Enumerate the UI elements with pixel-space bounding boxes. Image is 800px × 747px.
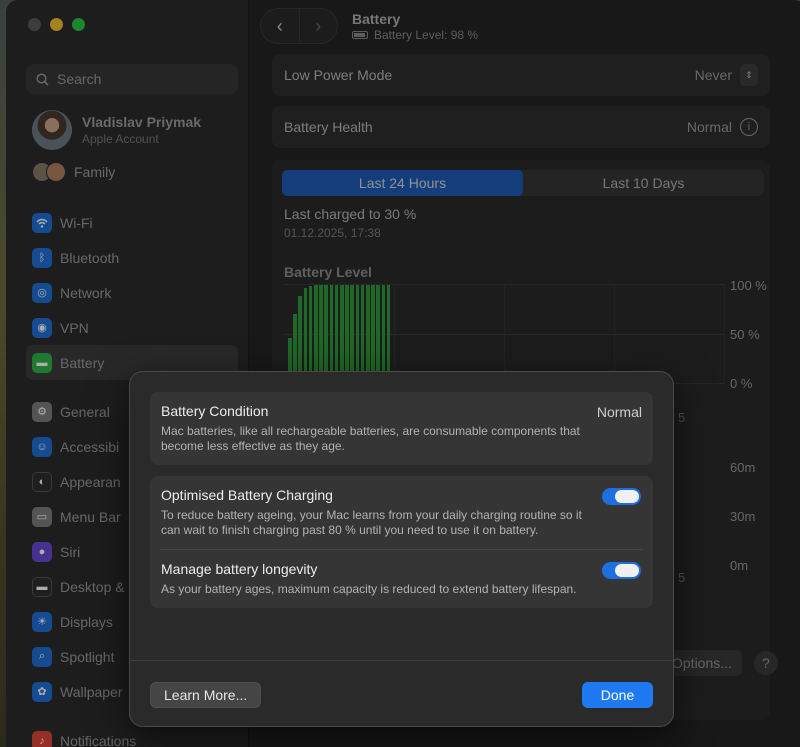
sheet-divider <box>130 660 673 661</box>
condition-title: Battery Condition <box>161 403 269 419</box>
charging-options-card: Optimised Battery Charging To reduce bat… <box>150 476 653 608</box>
battery-longevity-title: Manage battery longevity <box>161 561 318 577</box>
learn-more-button[interactable]: Learn More... <box>150 682 262 708</box>
battery-longevity-description: As your battery ages, maximum capacity i… <box>161 582 577 596</box>
condition-value: Normal <box>596 404 642 420</box>
condition-card: Battery Condition Normal Mac batteries, … <box>150 392 653 465</box>
done-button[interactable]: Done <box>582 682 653 708</box>
condition-description: Mac batteries, like all rechargeable bat… <box>161 424 580 453</box>
optimised-charging-description: To reduce battery ageing, your Mac learn… <box>161 508 582 537</box>
battery-health-sheet: Battery Condition Normal Mac batteries, … <box>129 371 674 727</box>
battery-longevity-toggle[interactable] <box>602 562 641 579</box>
optimised-charging-toggle[interactable] <box>602 488 641 505</box>
optimised-charging-title: Optimised Battery Charging <box>161 487 333 503</box>
